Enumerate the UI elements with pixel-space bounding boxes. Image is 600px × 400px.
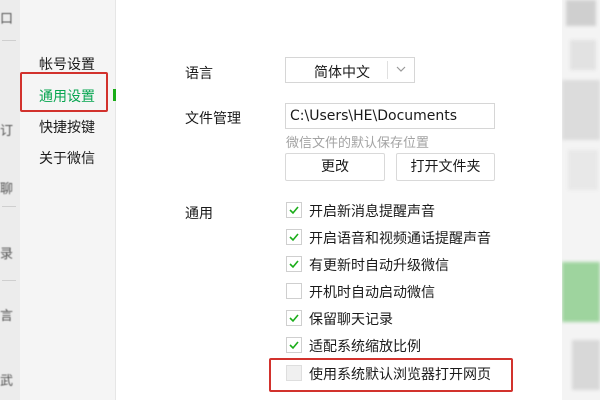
language-select[interactable]: 简体中文 — [285, 57, 415, 83]
check-icon — [289, 314, 299, 323]
file-path-field[interactable]: C:\Users\HE\Documents — [285, 103, 495, 129]
option-system-scaling[interactable]: 适配系统缩放比例 — [286, 336, 536, 356]
background-app-right — [562, 0, 600, 400]
chevron-down-icon[interactable] — [395, 63, 407, 75]
check-icon — [289, 233, 299, 242]
check-icon — [289, 206, 299, 215]
option-call-sound[interactable]: 开启语音和视频通话提醒声音 — [286, 228, 536, 248]
checkbox[interactable] — [286, 256, 302, 272]
annotation-highlight-box — [269, 358, 513, 392]
file-path-hint: 微信文件的默认保存位置 — [286, 136, 430, 151]
option-label: 开启语音和视频通话提醒声音 — [309, 231, 491, 247]
checkbox[interactable] — [286, 202, 302, 218]
option-label: 开启新消息提醒声音 — [309, 204, 435, 220]
option-label: 有更新时自动升级微信 — [309, 258, 449, 274]
option-auto-update[interactable]: 有更新时自动升级微信 — [286, 255, 536, 275]
select-divider — [387, 61, 388, 79]
background-text: 聊 — [0, 182, 14, 197]
option-new-message-sound[interactable]: 开启新消息提醒声音 — [286, 201, 536, 221]
settings-sidebar: 帐号设置 通用设置 快捷按键 关于微信 — [20, 0, 116, 400]
annotation-highlight-box — [20, 72, 108, 112]
option-label: 适配系统缩放比例 — [309, 339, 421, 355]
option-keep-chat-history[interactable]: 保留聊天记录 — [286, 309, 536, 329]
check-icon — [289, 341, 299, 350]
checkbox[interactable] — [286, 283, 302, 299]
background-text: 武 — [0, 374, 14, 389]
background-app-left: 订 聊 录 言 武 口 — [0, 0, 20, 400]
background-text: 言 — [0, 309, 14, 324]
background-text: 订 — [0, 124, 14, 139]
background-divider — [2, 40, 16, 41]
option-label: 开机时自动启动微信 — [309, 285, 435, 301]
background-divider — [2, 280, 16, 281]
open-folder-button[interactable]: 打开文件夹 — [396, 153, 495, 181]
active-indicator — [113, 89, 116, 101]
checkbox[interactable] — [286, 337, 302, 353]
sidebar-item-shortcuts[interactable]: 快捷按键 — [39, 117, 95, 137]
sidebar-item-about[interactable]: 关于微信 — [39, 148, 95, 168]
language-label: 语言 — [185, 66, 213, 82]
settings-window: 帐号设置 通用设置 快捷按键 关于微信 语言 简体中文 文件管理 C:\User… — [20, 0, 562, 400]
change-button[interactable]: 更改 — [285, 153, 385, 181]
background-text: 口 — [0, 12, 14, 27]
language-select-value: 简体中文 — [314, 65, 370, 81]
file-management-label: 文件管理 — [185, 111, 241, 127]
sidebar-item-account-settings[interactable]: 帐号设置 — [39, 54, 95, 74]
option-label: 保留聊天记录 — [309, 312, 393, 328]
general-label: 通用 — [185, 206, 213, 222]
option-auto-start[interactable]: 开机时自动启动微信 — [286, 282, 536, 302]
checkbox[interactable] — [286, 310, 302, 326]
checkbox[interactable] — [286, 229, 302, 245]
check-icon — [289, 260, 299, 269]
background-text: 录 — [0, 247, 14, 262]
background-divider — [2, 206, 16, 207]
